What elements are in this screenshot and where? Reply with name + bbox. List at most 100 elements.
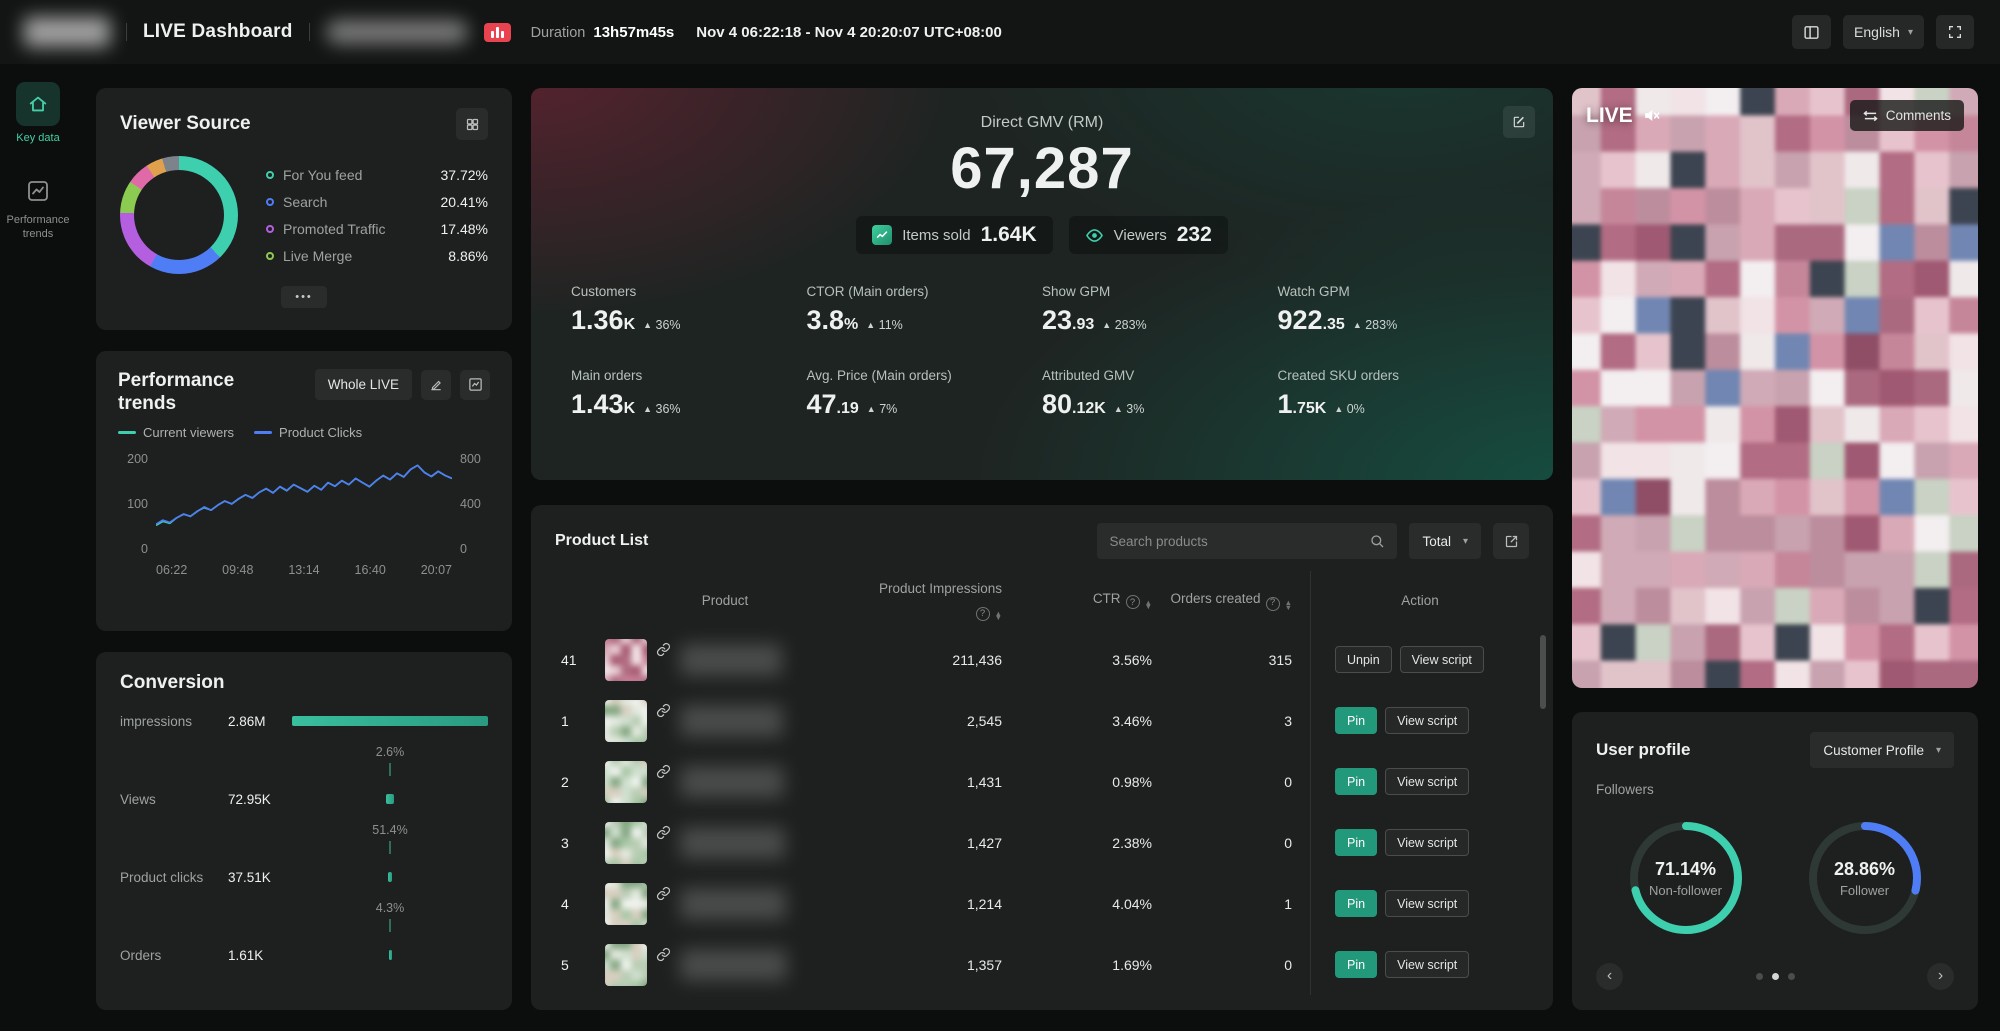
- metric-value: 1.43: [571, 389, 624, 420]
- grid-view-button[interactable]: [456, 108, 488, 140]
- pager-dot[interactable]: [1788, 973, 1795, 980]
- language-select[interactable]: English ▾: [1843, 15, 1924, 49]
- scrollbar-thumb[interactable]: [1540, 635, 1546, 709]
- whole-live-button[interactable]: Whole LIVE: [315, 369, 412, 400]
- chart-icon[interactable]: [460, 370, 490, 400]
- row-actions: Unpin View script: [1310, 629, 1529, 690]
- column-header: Action: [1310, 571, 1529, 629]
- profile-filter-select[interactable]: Customer Profile ▾: [1810, 732, 1954, 768]
- column-header: Orders created?▲▼: [1170, 589, 1310, 610]
- product-ctr: 2.38%: [1020, 835, 1170, 851]
- link-icon[interactable]: [656, 947, 671, 962]
- product-orders: 1: [1170, 896, 1310, 912]
- gmv-metric: Avg. Price (Main orders)47.19▲ 7%: [807, 368, 1043, 420]
- view-script-button[interactable]: View script: [1385, 768, 1469, 795]
- sidebar-item-performance-trends[interactable]: Performance trends: [3, 174, 73, 242]
- search-icon: [1369, 533, 1385, 549]
- product-impressions: 1,427: [845, 835, 1020, 851]
- gauge-label: Follower: [1840, 883, 1889, 898]
- edit-card-button[interactable]: [1503, 106, 1535, 138]
- funnel-bar: [389, 950, 392, 960]
- follower-gauge: 28.86%Follower: [1803, 816, 1927, 940]
- sort-icon[interactable]: ▲▼: [995, 612, 1002, 621]
- row-actions: Pin View script: [1310, 690, 1529, 751]
- product-orders: 315: [1170, 652, 1310, 668]
- product-thumbnail: [605, 883, 647, 925]
- pin-button[interactable]: Pin: [1335, 829, 1377, 856]
- view-script-button[interactable]: View script: [1400, 646, 1484, 673]
- trends-legend: Current viewersProduct Clicks: [118, 425, 490, 440]
- row-actions: Pin View script: [1310, 812, 1529, 873]
- link-icon[interactable]: [656, 642, 671, 657]
- metric-value: 80: [1042, 389, 1072, 420]
- filter-select[interactable]: Total ▾: [1409, 523, 1481, 559]
- legend-label: Search: [283, 194, 432, 210]
- chevron-down-icon: ▾: [1908, 27, 1913, 38]
- view-script-button[interactable]: View script: [1385, 890, 1469, 917]
- legend-item: For You feed37.72%: [266, 167, 488, 183]
- duration: Duration 13h57m45s: [531, 24, 675, 41]
- pin-button[interactable]: Pin: [1335, 890, 1377, 917]
- funnel-stage: Product clicks37.51K: [120, 864, 488, 890]
- legend-value: 8.86%: [448, 248, 488, 264]
- viewer-source-donut: [120, 156, 238, 274]
- sidebar-item-key-data[interactable]: Key data: [3, 82, 73, 146]
- view-script-button[interactable]: View script: [1385, 829, 1469, 856]
- more-button[interactable]: •••: [281, 286, 327, 308]
- divider: [126, 23, 127, 41]
- pin-button[interactable]: Pin: [1335, 951, 1377, 978]
- funnel-stage-value: 72.95K: [228, 792, 292, 807]
- metric-delta: ▲ 7%: [867, 402, 897, 416]
- pin-button[interactable]: Pin: [1335, 768, 1377, 795]
- app-root: LIVE Dashboard Duration 13h57m45s Nov 4 …: [0, 0, 2000, 1031]
- link-icon[interactable]: [656, 703, 671, 718]
- legend-swatch: [266, 225, 274, 233]
- funnel-stage: Orders1.61K: [120, 942, 488, 968]
- search-input[interactable]: [1109, 534, 1361, 549]
- live-video: [1572, 88, 1978, 688]
- fullscreen-button[interactable]: [1936, 15, 1974, 49]
- info-icon[interactable]: ?: [1126, 595, 1140, 609]
- brand-logo-blurred: [24, 17, 110, 47]
- open-external-button[interactable]: [1493, 523, 1529, 559]
- live-indicator-badge: [484, 23, 511, 42]
- sort-icon[interactable]: ▲▼: [1285, 601, 1292, 610]
- legend-item: Product Clicks: [254, 425, 362, 440]
- product-name-blurred: [680, 644, 782, 676]
- comments-toggle-button[interactable]: Comments: [1850, 100, 1964, 131]
- followers-subtitle: Followers: [1596, 782, 1954, 797]
- gauge-value: 71.14%: [1655, 859, 1716, 880]
- legend-item: Live Merge8.86%: [266, 248, 488, 264]
- pin-button[interactable]: Unpin: [1335, 646, 1392, 673]
- view-script-button[interactable]: View script: [1385, 707, 1469, 734]
- swap-arrows-icon: [1863, 110, 1878, 122]
- link-icon[interactable]: [656, 886, 671, 901]
- gmv-metric: Created SKU orders1.75K▲ 0%: [1278, 368, 1514, 420]
- product-impressions: 2,545: [845, 713, 1020, 729]
- row-actions: Pin View script: [1310, 751, 1529, 812]
- items-sold-icon: [872, 225, 892, 245]
- product-list-title: Product List: [555, 532, 648, 550]
- link-icon[interactable]: [656, 825, 671, 840]
- pager-dot[interactable]: [1772, 973, 1779, 980]
- product-orders: 0: [1170, 957, 1310, 973]
- arrow-up-icon: ▲: [1334, 404, 1343, 414]
- info-icon[interactable]: ?: [1266, 597, 1280, 611]
- product-search[interactable]: [1097, 523, 1397, 559]
- product-list-card: Product List Total ▾: [531, 505, 1553, 1010]
- muted-speaker-icon[interactable]: [1642, 106, 1661, 125]
- view-script-button[interactable]: View script: [1385, 951, 1469, 978]
- sort-icon[interactable]: ▲▼: [1145, 601, 1152, 610]
- metric-label: Attributed GMV: [1042, 368, 1278, 383]
- link-icon[interactable]: [656, 764, 671, 779]
- pager-prev-button[interactable]: ‹: [1596, 963, 1623, 990]
- pager-dot[interactable]: [1756, 973, 1763, 980]
- performance-trends-card: Performance trends Whole LIVE Current vi…: [96, 351, 512, 631]
- pager-next-button[interactable]: ›: [1927, 963, 1954, 990]
- metric-value: 922: [1278, 305, 1323, 336]
- eye-icon: [1085, 226, 1104, 245]
- edit-icon[interactable]: [421, 370, 451, 400]
- pin-button[interactable]: Pin: [1335, 707, 1377, 734]
- info-icon[interactable]: ?: [976, 607, 990, 621]
- layout-toggle-button[interactable]: [1792, 15, 1831, 49]
